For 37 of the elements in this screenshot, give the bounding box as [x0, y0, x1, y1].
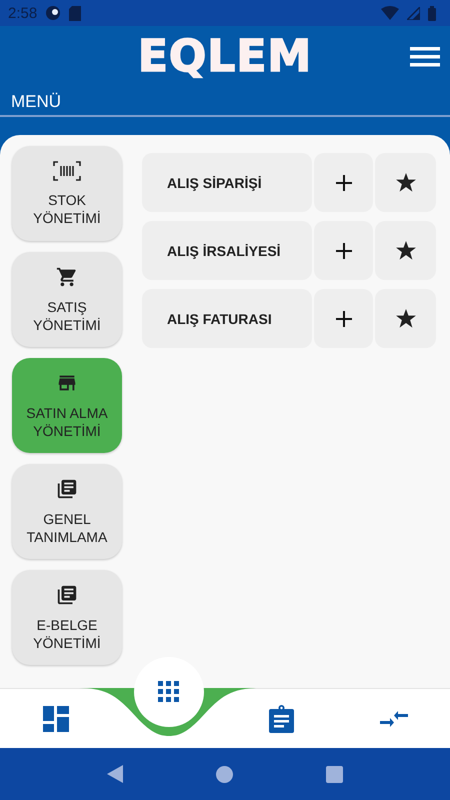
star-icon: [396, 173, 416, 192]
library-icon: [56, 478, 78, 500]
category-tile[interactable]: E-BELGE YÖNETİMİ: [12, 570, 122, 665]
plus-icon: [334, 310, 352, 328]
category-tile[interactable]: SATIŞ YÖNETİMİ: [12, 252, 122, 347]
favorite-button[interactable]: [375, 289, 436, 348]
signal-icon: [407, 6, 420, 20]
compare-arrows-icon: [380, 710, 408, 728]
category-tile[interactable]: STOK YÖNETİMİ: [12, 146, 122, 241]
favorite-button[interactable]: [375, 221, 436, 280]
wifi-icon: [381, 6, 399, 20]
dashboard-icon: [43, 706, 70, 732]
plus-icon: [334, 242, 352, 260]
apps-grid-icon: [158, 681, 180, 703]
star-icon: [396, 309, 416, 328]
section-title: MENÜ: [11, 91, 62, 113]
status-time: 2:58: [8, 4, 38, 22]
battery-icon: [428, 6, 436, 20]
app-notification-icon: [45, 5, 62, 21]
cart-icon: [56, 266, 78, 288]
library-icon: [56, 584, 78, 606]
action-button[interactable]: ALIŞ FATURASI: [142, 289, 312, 348]
home-icon[interactable]: [216, 766, 233, 782]
menu-icon[interactable]: [410, 46, 440, 68]
star-icon: [396, 241, 416, 260]
sd-card-icon: [69, 6, 82, 20]
clipboard-icon: [268, 704, 294, 732]
barcode-icon: [53, 160, 81, 180]
favorite-button[interactable]: [375, 153, 436, 212]
action-button[interactable]: ALIŞ SİPARİŞİ: [142, 153, 312, 212]
category-tile[interactable]: GENEL TANIMLAMA: [12, 464, 122, 559]
back-icon[interactable]: [106, 765, 123, 783]
category-tile[interactable]: SATIN ALMA YÖNETİMİ: [12, 358, 122, 453]
action-button[interactable]: ALIŞ İRSALİYESİ: [142, 221, 312, 280]
plus-icon: [334, 174, 352, 192]
recents-icon[interactable]: [326, 766, 344, 782]
app-logo: EQLEM: [138, 35, 312, 79]
